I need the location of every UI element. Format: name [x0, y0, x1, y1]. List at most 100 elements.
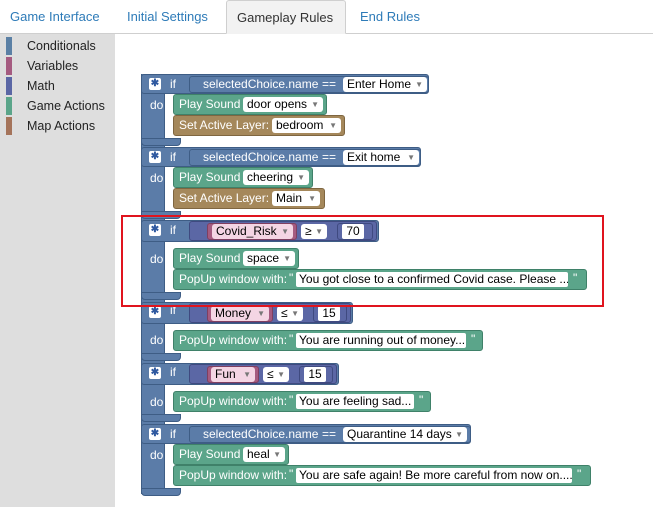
category-label: Map Actions [27, 119, 96, 133]
operator-dropdown[interactable]: ≥ ▼ [301, 224, 327, 239]
chevron-down-icon: ▼ [257, 309, 265, 318]
layer-dropdown[interactable]: Main ▼ [272, 191, 320, 206]
chevron-down-icon: ▼ [277, 370, 285, 379]
play-sound-label: Play Sound [179, 447, 241, 461]
category-conditionals[interactable]: Conditionals [6, 37, 96, 55]
if-keyword: if [170, 223, 176, 237]
tab-end-rules[interactable]: End Rules [350, 0, 430, 34]
category-map-actions[interactable]: Map Actions [6, 117, 95, 135]
quote-mark: " [289, 467, 294, 481]
gear-icon[interactable]: ✱ [149, 78, 161, 90]
quote-mark: " [289, 332, 294, 346]
category-label: Conditionals [27, 39, 96, 53]
selected-choice-label: selectedChoice.name [203, 77, 319, 91]
sound-dropdown[interactable]: door opens ▼ [243, 97, 323, 112]
chevron-down-icon: ▼ [311, 100, 319, 109]
dropdown-value: Quarantine 14 days [347, 427, 452, 441]
popup-label: PopUp window with: [179, 333, 288, 347]
category-color-swatch [6, 97, 12, 115]
popup-label: PopUp window with: [179, 468, 288, 482]
variable-dropdown[interactable]: Money ▼ [211, 306, 269, 321]
dropdown-value: bedroom [276, 118, 324, 132]
do-keyword: do [150, 98, 164, 112]
sound-dropdown[interactable]: space ▼ [243, 251, 295, 266]
category-label: Game Actions [27, 99, 105, 113]
number-value[interactable]: 15 [304, 367, 326, 382]
tab-bar: Game Interface Initial Settings Gameplay… [0, 0, 653, 34]
chevron-down-icon: ▼ [273, 450, 281, 459]
chevron-down-icon: ▼ [329, 121, 337, 130]
block-workspace[interactable]: ✱ if selectedChoice.name == Enter Home ▼ … [115, 34, 653, 507]
if-keyword: if [170, 150, 176, 164]
category-color-swatch [6, 77, 12, 95]
tab-initial-settings[interactable]: Initial Settings [117, 0, 218, 34]
dropdown-value: Money [215, 306, 252, 320]
quote-mark: " [577, 467, 582, 481]
do-keyword: do [150, 448, 164, 462]
quote-mark: " [419, 393, 424, 407]
do-keyword: do [150, 171, 164, 185]
popup-text-input[interactable]: You are running out of money... [296, 333, 466, 348]
if-keyword: if [170, 303, 176, 317]
if-block-footer [141, 292, 181, 300]
do-keyword: do [150, 333, 164, 347]
popup-text-input[interactable]: You are safe again! Be more careful from… [296, 468, 572, 483]
equals-operator: == [322, 77, 337, 91]
number-value[interactable]: 15 [318, 306, 340, 321]
if-block-footer [141, 138, 181, 146]
operator-dropdown[interactable]: ≤ ▼ [277, 306, 303, 321]
tab-gameplay-rules[interactable]: Gameplay Rules [226, 0, 346, 34]
do-keyword: do [150, 252, 164, 266]
chevron-down-icon: ▼ [243, 370, 251, 379]
tab-game-interface[interactable]: Game Interface [0, 0, 110, 34]
chevron-down-icon: ▼ [291, 309, 299, 318]
popup-text-input[interactable]: You got close to a confirmed Covid case.… [296, 272, 568, 287]
if-block-footer [141, 414, 181, 422]
gear-icon[interactable]: ✱ [149, 428, 161, 440]
category-label: Variables [27, 59, 79, 73]
variable-dropdown[interactable]: Covid_Risk ▼ [212, 224, 293, 239]
dropdown-value: Main [276, 191, 303, 205]
choice-dropdown[interactable]: Enter Home ▼ [343, 77, 427, 92]
gear-icon[interactable]: ✱ [149, 151, 161, 163]
sound-dropdown[interactable]: cheering ▼ [243, 170, 309, 185]
quote-mark: " [573, 271, 578, 285]
if-keyword: if [170, 77, 176, 91]
category-game-actions[interactable]: Game Actions [6, 97, 105, 115]
dropdown-value: ≤ [281, 306, 288, 320]
number-value[interactable]: 70 [342, 224, 364, 239]
dropdown-value: Covid_Risk [216, 224, 277, 238]
chevron-down-icon: ▼ [308, 194, 316, 203]
category-label: Math [27, 79, 55, 93]
gear-icon[interactable]: ✱ [149, 306, 161, 318]
choice-dropdown[interactable]: Exit home ▼ [343, 150, 419, 165]
selected-choice-label: selectedChoice.name [203, 427, 319, 441]
chevron-down-icon: ▼ [407, 153, 415, 162]
popup-text-input[interactable]: You are feeling sad... [296, 394, 414, 409]
layer-dropdown[interactable]: bedroom ▼ [272, 118, 341, 133]
popup-label: PopUp window with: [179, 394, 288, 408]
choice-dropdown[interactable]: Quarantine 14 days ▼ [343, 427, 467, 442]
quote-mark: " [471, 332, 476, 346]
dropdown-value: space [247, 251, 280, 265]
operator-dropdown[interactable]: ≤ ▼ [263, 367, 289, 382]
category-color-swatch [6, 37, 12, 55]
gear-icon[interactable]: ✱ [149, 367, 161, 379]
dropdown-value: Fun [215, 367, 236, 381]
category-math[interactable]: Math [6, 77, 55, 95]
equals-operator: == [322, 427, 337, 441]
if-block-footer [141, 353, 181, 361]
category-variables[interactable]: Variables [6, 57, 78, 75]
set-active-layer-label: Set Active Layer: [179, 191, 270, 205]
variable-dropdown[interactable]: Fun ▼ [211, 367, 255, 382]
popup-label: PopUp window with: [179, 272, 288, 286]
play-sound-label: Play Sound [179, 251, 241, 265]
dropdown-value: cheering [247, 170, 294, 184]
dropdown-value: ≥ [305, 224, 312, 238]
if-keyword: if [170, 427, 176, 441]
chevron-down-icon: ▼ [415, 80, 423, 89]
dropdown-value: door opens [247, 97, 308, 111]
chevron-down-icon: ▼ [455, 430, 463, 439]
sound-dropdown[interactable]: heal ▼ [243, 447, 285, 462]
gear-icon[interactable]: ✱ [149, 224, 161, 236]
